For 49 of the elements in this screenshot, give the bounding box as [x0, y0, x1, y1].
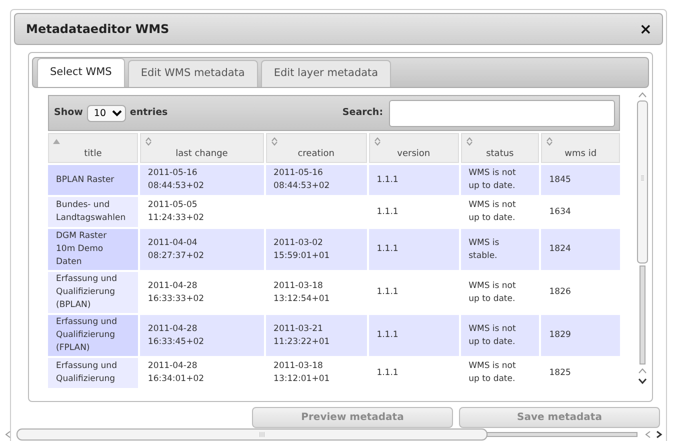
- table-cell: 1845: [541, 165, 620, 195]
- table-cell: 2011-04-04 08:27:37+02: [140, 229, 264, 270]
- column-header[interactable]: last change: [140, 133, 264, 163]
- column-header[interactable]: title: [48, 133, 138, 163]
- table-cell: 2011-05-16 08:44:53+02: [266, 165, 367, 195]
- column-header[interactable]: creation: [266, 133, 367, 163]
- table-cell: 1.1.1: [368, 165, 459, 195]
- sort-icon: [546, 136, 554, 146]
- column-label: creation: [298, 148, 334, 158]
- tab[interactable]: Select WMS: [37, 58, 125, 87]
- table-cell: 2011-03-21 11:23:22+01: [266, 315, 367, 356]
- sort-ascending-icon: [53, 138, 60, 144]
- table-cell: 1824: [541, 229, 620, 270]
- table-cell: 1829: [541, 315, 620, 356]
- search-label: Search:: [342, 106, 383, 120]
- table-cell: DGM Raster 10m Demo Daten: [48, 229, 138, 270]
- column-label: title: [84, 148, 102, 158]
- table-cell: 1.1.1: [368, 315, 459, 356]
- table-cell: WMS is not up to date.: [460, 315, 540, 356]
- table-cell: Erfassung und Qualifizierung (FPLAN): [48, 315, 138, 356]
- column-header[interactable]: status: [460, 133, 540, 163]
- table-cell: 2011-05-16 08:44:53+02: [140, 165, 264, 195]
- table-cell: Bundes- und Landtagswahlen: [48, 197, 138, 227]
- entries-select[interactable]: 10: [86, 104, 126, 122]
- table-cell: 2011-03-02 15:59:01+01: [266, 229, 367, 270]
- close-button[interactable]: ×: [639, 22, 652, 36]
- column-header[interactable]: wms id: [541, 133, 620, 163]
- sort-icon: [466, 136, 473, 146]
- search-field[interactable]: [389, 100, 615, 126]
- column-label: status: [486, 148, 514, 158]
- column-label: last change: [176, 148, 228, 158]
- table-cell: Erfassung und Qualifizierung (BPLAN): [48, 272, 138, 313]
- table-cell: WMS is stable.: [460, 229, 540, 270]
- column-label: wms id: [564, 148, 597, 158]
- tab[interactable]: Edit layer metadata: [260, 60, 392, 87]
- table-cell: BPLAN Raster: [48, 165, 138, 195]
- show-label: Show: [54, 106, 83, 120]
- entries-label: entries: [130, 106, 168, 120]
- tab[interactable]: Edit WMS metadata: [128, 60, 258, 87]
- sort-icon: [270, 136, 278, 146]
- table-cell: 1.1.1: [368, 229, 459, 270]
- table-cell: Erfassung und Qualifizierung: [48, 358, 138, 388]
- sort-icon: [144, 136, 152, 146]
- table-cell: WMS is not up to date.: [460, 165, 540, 195]
- column-label: version: [397, 148, 430, 158]
- dialog-title: Metadataeditor WMS: [26, 21, 170, 38]
- sort-icon: [374, 136, 381, 146]
- table-cell: 2011-04-28 16:33:45+02: [140, 315, 264, 356]
- column-header[interactable]: version: [368, 133, 459, 163]
